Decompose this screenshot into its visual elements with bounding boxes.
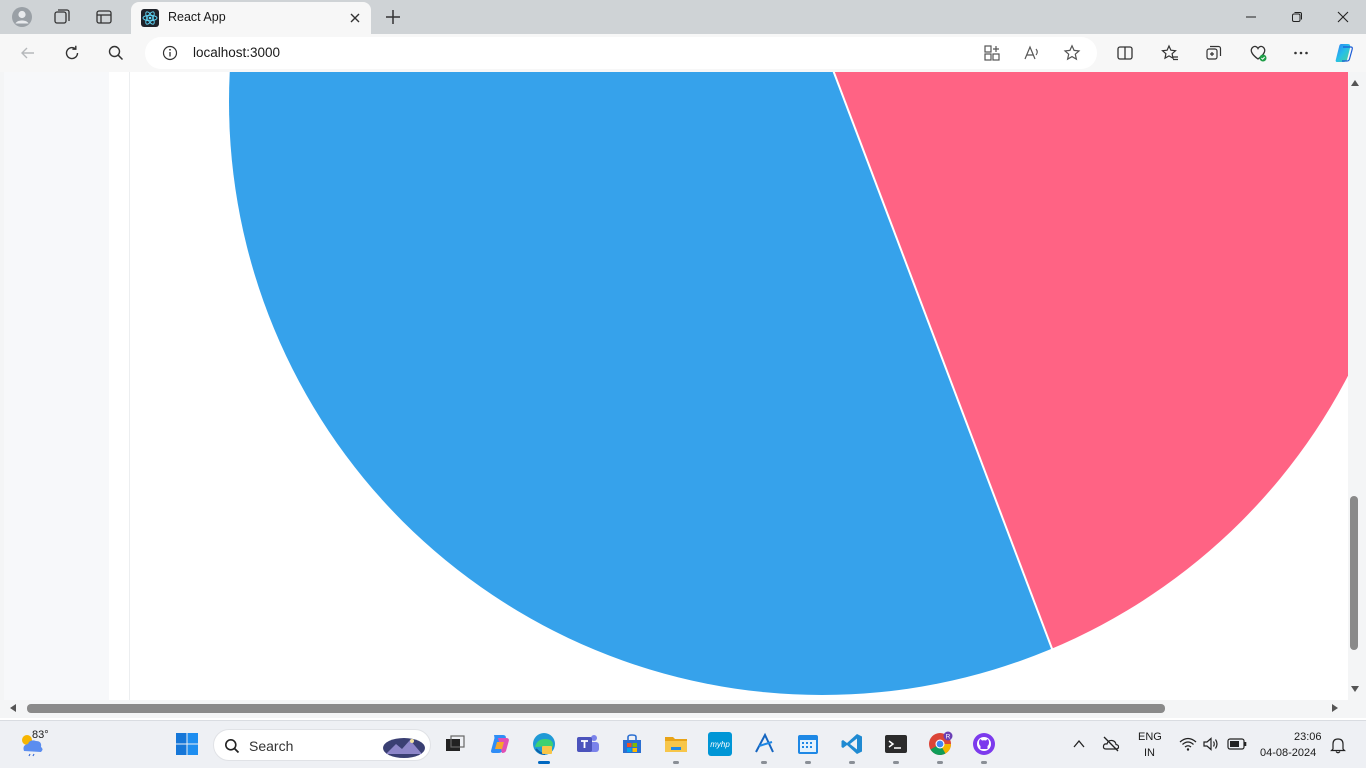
scroll-down-arrow-icon[interactable]	[1351, 686, 1359, 692]
more-options-icon[interactable]	[1290, 42, 1312, 64]
scroll-right-arrow-icon[interactable]	[1332, 704, 1338, 712]
close-tab-icon[interactable]	[347, 10, 363, 26]
notifications-bell-icon[interactable]	[1330, 736, 1346, 754]
github-desktop-running-indicator	[981, 761, 987, 764]
scroll-up-arrow-icon[interactable]	[1351, 80, 1359, 86]
volume-icon[interactable]	[1203, 736, 1221, 752]
clock-date[interactable]: 04-08-2024	[1260, 747, 1316, 759]
edge-browser-icon[interactable]	[531, 731, 557, 757]
file-explorer-running-indicator	[673, 761, 679, 764]
copilot-icon[interactable]	[1332, 41, 1356, 65]
microsoft-store-icon[interactable]	[619, 731, 645, 757]
weather-temperature[interactable]: 83°	[32, 729, 49, 741]
vector-app-icon[interactable]	[751, 731, 777, 757]
calendar-running-indicator	[805, 761, 811, 764]
show-hidden-icons-chevron-icon[interactable]	[1071, 736, 1087, 752]
input-language-region[interactable]: IN	[1144, 747, 1155, 759]
edge-active-indicator	[538, 761, 550, 764]
vscode-icon[interactable]	[839, 731, 865, 757]
favorite-star-icon[interactable]	[1063, 44, 1081, 62]
refresh-icon[interactable]	[61, 42, 83, 64]
profile-icon[interactable]	[11, 6, 33, 28]
task-view-icon[interactable]	[442, 731, 468, 757]
read-aloud-icon[interactable]	[1023, 44, 1041, 62]
react-favicon-icon	[141, 9, 159, 27]
page	[4, 72, 1348, 700]
back-icon[interactable]	[17, 42, 39, 64]
svg-text:myhp: myhp	[710, 740, 730, 749]
vector-app-running-indicator	[761, 761, 767, 764]
browser-toolbar: localhost:3000	[0, 34, 1366, 72]
chrome-running-indicator	[937, 761, 943, 764]
search-icon[interactable]	[105, 42, 127, 64]
tab-title: React App	[168, 10, 226, 24]
url-text[interactable]: localhost:3000	[193, 45, 280, 60]
clock-time[interactable]: 23:06	[1294, 731, 1322, 743]
vscode-running-indicator	[849, 761, 855, 764]
collections-icon[interactable]	[1203, 42, 1225, 64]
minimize-icon[interactable]	[1228, 0, 1274, 34]
app-available-icon[interactable]	[983, 44, 1001, 62]
svg-text:R: R	[946, 734, 951, 741]
browser-essentials-icon[interactable]	[1247, 42, 1269, 64]
taskbar-search-icon	[224, 738, 240, 754]
input-language-primary[interactable]: ENG	[1138, 731, 1162, 743]
wifi-icon[interactable]	[1179, 736, 1197, 752]
pie-chart	[229, 72, 1348, 695]
calendar-app-icon[interactable]	[795, 731, 821, 757]
myhp-icon[interactable]: myhp	[707, 731, 733, 757]
onedrive-sync-off-icon[interactable]	[1102, 735, 1120, 753]
search-highlight-icon	[382, 734, 426, 758]
windows-start-icon[interactable]	[174, 731, 200, 757]
teams-icon[interactable]	[575, 731, 601, 757]
new-tab-icon[interactable]	[383, 7, 403, 27]
address-bar[interactable]: localhost:3000	[145, 37, 1097, 69]
vertical-tabs-icon[interactable]	[93, 6, 115, 28]
scroll-left-arrow-icon[interactable]	[10, 704, 16, 712]
workspaces-icon[interactable]	[51, 6, 73, 28]
chrome-icon[interactable]: R	[927, 731, 953, 757]
copilot-taskbar-icon[interactable]	[487, 731, 513, 757]
github-desktop-icon[interactable]	[971, 731, 997, 757]
site-info-icon[interactable]	[162, 45, 178, 61]
terminal-running-indicator	[893, 761, 899, 764]
terminal-icon[interactable]	[883, 731, 909, 757]
file-explorer-icon[interactable]	[663, 731, 689, 757]
battery-icon[interactable]	[1227, 737, 1247, 751]
vertical-scroll-thumb[interactable]	[1350, 496, 1358, 650]
tab-strip: React App	[0, 0, 1366, 34]
favorites-icon[interactable]	[1159, 42, 1181, 64]
taskbar: 83° Search myhp R ENG IN 23:06 04-08-202…	[0, 720, 1366, 768]
taskbar-search-box[interactable]: Search	[213, 729, 431, 761]
tab-react-app[interactable]: React App	[131, 2, 371, 34]
taskbar-search-label: Search	[249, 738, 294, 754]
browser-viewport	[0, 72, 1366, 718]
close-window-icon[interactable]	[1320, 0, 1366, 34]
restore-icon[interactable]	[1274, 0, 1320, 34]
split-screen-icon[interactable]	[1114, 42, 1136, 64]
horizontal-scroll-thumb[interactable]	[27, 704, 1165, 713]
